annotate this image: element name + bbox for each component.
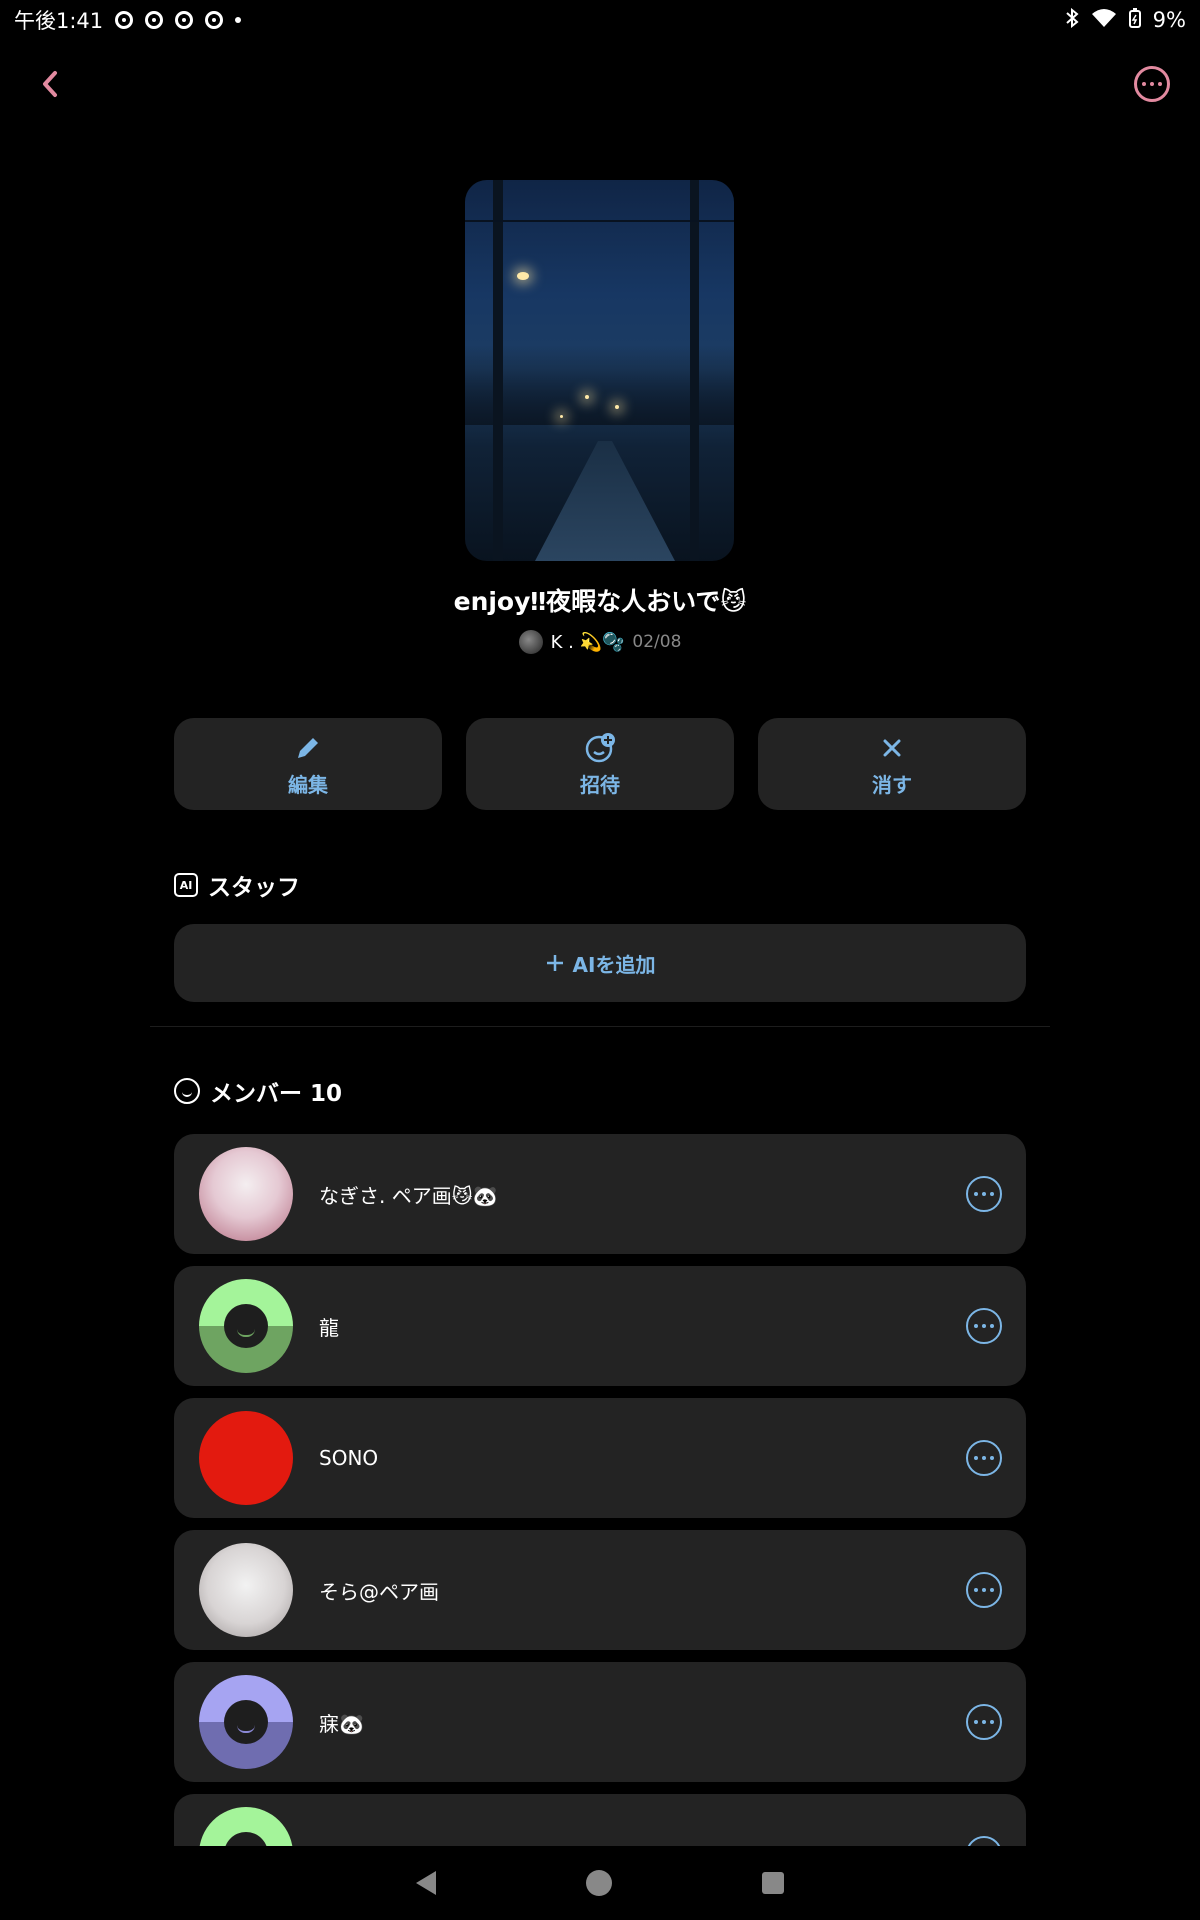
utility-pole (690, 180, 699, 561)
city-light (560, 415, 563, 418)
chevron-left-icon (43, 71, 57, 97)
back-button[interactable] (30, 62, 70, 106)
ai-icon: AI (174, 873, 198, 897)
nav-recents-icon[interactable] (762, 1872, 784, 1894)
member-icon (174, 1078, 200, 1104)
delete-button[interactable]: 消す (758, 718, 1026, 810)
member-name: SONO (319, 1446, 379, 1470)
system-nav-bar (0, 1846, 1200, 1920)
room-title: enjoy‼夜暇な人おいで😼 (453, 587, 747, 616)
member-row-partial (174, 1794, 1026, 1846)
member-more-button[interactable] (966, 1440, 1002, 1476)
street-road (535, 441, 675, 561)
street-light (517, 272, 529, 280)
battery-icon (1128, 7, 1141, 33)
nav-back-icon[interactable] (416, 1871, 436, 1895)
wifi-icon (1091, 8, 1117, 33)
nav-home-icon[interactable] (586, 1870, 612, 1896)
member-avatar[interactable] (199, 1675, 293, 1769)
member-list: なぎさ. ペア画😼🐼 龍 SONO そら@ペア画 寐🐼 (174, 1134, 1026, 1794)
member-name: 龍 (319, 1315, 339, 1340)
member-avatar[interactable] (199, 1411, 293, 1505)
members-section-header: メンバー 10 (174, 1074, 342, 1108)
status-bar: 午後1:41 9% (0, 0, 1200, 40)
chrome-notification-icon (145, 11, 164, 29)
edit-label: 編集 (288, 772, 328, 797)
member-row[interactable]: SONO (174, 1398, 1026, 1518)
member-more-button[interactable] (966, 1836, 1002, 1846)
member-row[interactable]: なぎさ. ペア画😼🐼 (174, 1134, 1026, 1254)
member-avatar[interactable] (199, 1147, 293, 1241)
add-ai-button[interactable]: AIを追加 (174, 924, 1026, 1002)
member-row[interactable]: 寐🐼 (174, 1662, 1026, 1782)
chrome-notification-icon (175, 11, 194, 29)
action-row: 編集 招待 消す (174, 718, 1026, 810)
more-options-button[interactable] (1134, 66, 1170, 102)
member-row[interactable]: 龍 (174, 1266, 1026, 1386)
member-name: 寐🐼 (319, 1711, 364, 1736)
dot (1142, 82, 1146, 86)
owner-name[interactable]: K . 💫🫧 (551, 632, 625, 653)
chrome-notification-icon (115, 11, 134, 29)
utility-pole (493, 180, 503, 561)
member-more-button[interactable] (966, 1572, 1002, 1608)
status-time: 午後1:41 (14, 9, 104, 33)
room-meta: K . 💫🫧 02/08 (0, 630, 1200, 654)
more-notifications-icon (235, 17, 242, 23)
chrome-notification-icon (205, 11, 224, 29)
invite-button[interactable]: 招待 (466, 718, 734, 810)
staff-section-header: AI スタッフ (174, 868, 300, 902)
delete-label: 消す (872, 772, 912, 797)
dot (1158, 82, 1162, 86)
room-date: 02/08 (632, 632, 682, 652)
room-cover-image (465, 180, 734, 561)
invite-label: 招待 (580, 772, 620, 797)
edit-button[interactable]: 編集 (174, 718, 442, 810)
member-avatar[interactable] (199, 1279, 293, 1373)
member-more-button[interactable] (966, 1704, 1002, 1740)
member-name: なぎさ. ペア画😼🐼 (319, 1183, 498, 1208)
city-light (615, 405, 619, 409)
section-divider (150, 1026, 1050, 1027)
status-right: 9% (1065, 7, 1186, 33)
member-name: そら@ペア画 (319, 1579, 439, 1604)
city-light (585, 395, 589, 399)
member-row[interactable]: そら@ペア画 (174, 1530, 1026, 1650)
bluetooth-icon (1065, 7, 1079, 33)
staff-title: スタッフ (208, 875, 300, 901)
battery-percent: 9% (1152, 8, 1186, 32)
pencil-icon (298, 737, 318, 758)
power-line (465, 220, 734, 222)
member-avatar[interactable] (199, 1543, 293, 1637)
owner-avatar[interactable] (518, 630, 543, 654)
dot (1150, 82, 1154, 86)
plus-icon (546, 955, 563, 971)
member-more-button[interactable] (966, 1176, 1002, 1212)
member-more-button[interactable] (966, 1308, 1002, 1344)
members-title: メンバー 10 (210, 1081, 343, 1107)
add-ai-label: AIを追加 (572, 952, 656, 977)
member-avatar[interactable] (199, 1807, 293, 1846)
status-left: 午後1:41 (14, 5, 242, 35)
close-icon (883, 739, 901, 756)
member-row[interactable] (174, 1794, 1026, 1846)
invite-icon (585, 732, 615, 762)
